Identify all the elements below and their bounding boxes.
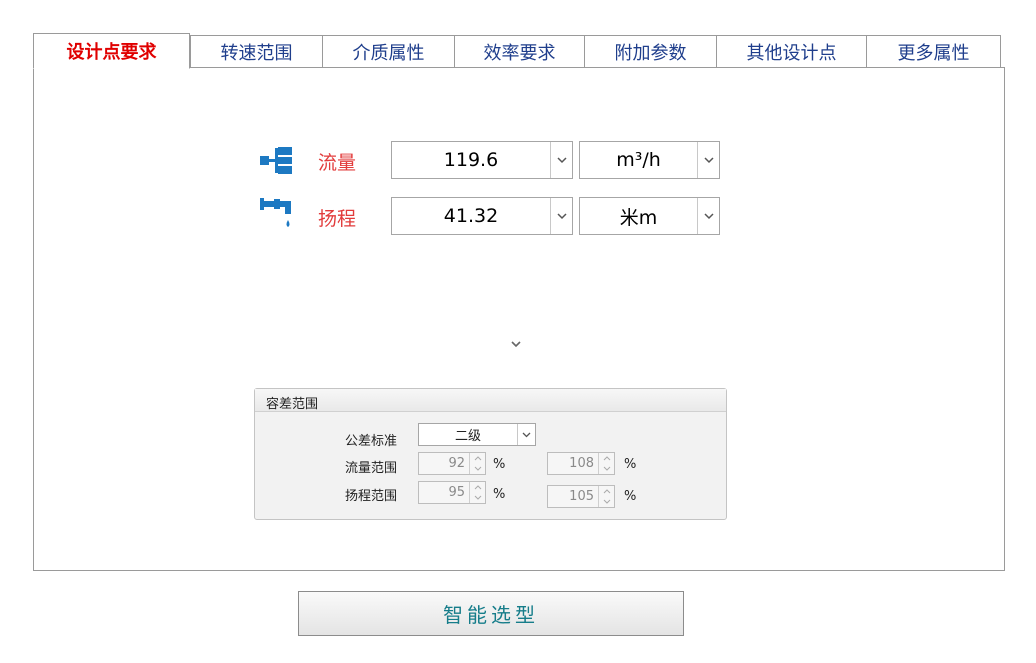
tolerance-standard-label: 公差标准 (345, 434, 398, 449)
head-value[interactable]: 41.32 (392, 205, 550, 227)
smart-select-button[interactable]: 智能选型 (298, 591, 684, 636)
flow-min-spinner[interactable]: 92 (418, 452, 486, 475)
flow-range-label: 流量范围 (345, 461, 398, 476)
expand-chevron-icon[interactable] (509, 338, 523, 350)
head-min-percent: % (493, 487, 506, 502)
faucet-icon (260, 198, 291, 227)
tab-bar: 设计点要求 转速范围 介质属性 效率要求 附加参数 其他设计点 更多属性 (33, 33, 1005, 69)
spinner-arrows-icon[interactable] (469, 482, 485, 503)
tolerance-title: 容差范围 (255, 389, 726, 412)
chevron-down-icon[interactable] (517, 424, 535, 445)
spinner-arrows-icon[interactable] (598, 486, 614, 507)
tab-other-design-points[interactable]: 其他设计点 (716, 35, 867, 67)
head-value-combo[interactable]: 41.32 (391, 197, 573, 235)
flow-max-value[interactable]: 108 (548, 456, 598, 471)
tab-speed-range[interactable]: 转速范围 (190, 35, 323, 67)
chevron-down-icon[interactable] (697, 198, 719, 234)
tolerance-standard-select[interactable]: 二级 (418, 423, 536, 446)
head-range-label: 扬程范围 (345, 489, 398, 504)
spinner-arrows-icon[interactable] (469, 453, 485, 474)
tab-medium-properties[interactable]: 介质属性 (322, 35, 455, 67)
spinner-arrows-icon[interactable] (598, 453, 614, 474)
flow-branch-icon (260, 147, 292, 174)
head-max-percent: % (624, 489, 637, 504)
head-unit[interactable]: 米m (580, 203, 697, 230)
tab-efficiency[interactable]: 效率要求 (454, 35, 585, 67)
flow-min-percent: % (493, 457, 506, 472)
tab-extra-params[interactable]: 附加参数 (584, 35, 717, 67)
chevron-down-icon[interactable] (697, 142, 719, 178)
head-max-spinner[interactable]: 105 (547, 485, 615, 508)
head-label: 扬程 (318, 208, 357, 230)
head-min-spinner[interactable]: 95 (418, 481, 486, 504)
tab-design-point[interactable]: 设计点要求 (33, 33, 190, 69)
head-min-value[interactable]: 95 (419, 485, 469, 500)
head-unit-combo[interactable]: 米m (579, 197, 720, 235)
flow-label: 流量 (318, 152, 357, 174)
head-max-value[interactable]: 105 (548, 489, 598, 504)
flow-value[interactable]: 119.6 (392, 149, 550, 171)
tolerance-group: 容差范围 公差标准 二级 流量范围 92 % 108 % 扬程范围 95 % 1… (254, 388, 727, 520)
flow-max-percent: % (624, 457, 637, 472)
flow-value-combo[interactable]: 119.6 (391, 141, 573, 179)
chevron-down-icon[interactable] (550, 142, 572, 178)
chevron-down-icon[interactable] (550, 198, 572, 234)
flow-unit[interactable]: m³/h (580, 149, 697, 171)
tab-more-properties[interactable]: 更多属性 (866, 35, 1001, 67)
flow-min-value[interactable]: 92 (419, 456, 469, 471)
flow-max-spinner[interactable]: 108 (547, 452, 615, 475)
tolerance-standard-value[interactable]: 二级 (419, 425, 517, 444)
flow-unit-combo[interactable]: m³/h (579, 141, 720, 179)
